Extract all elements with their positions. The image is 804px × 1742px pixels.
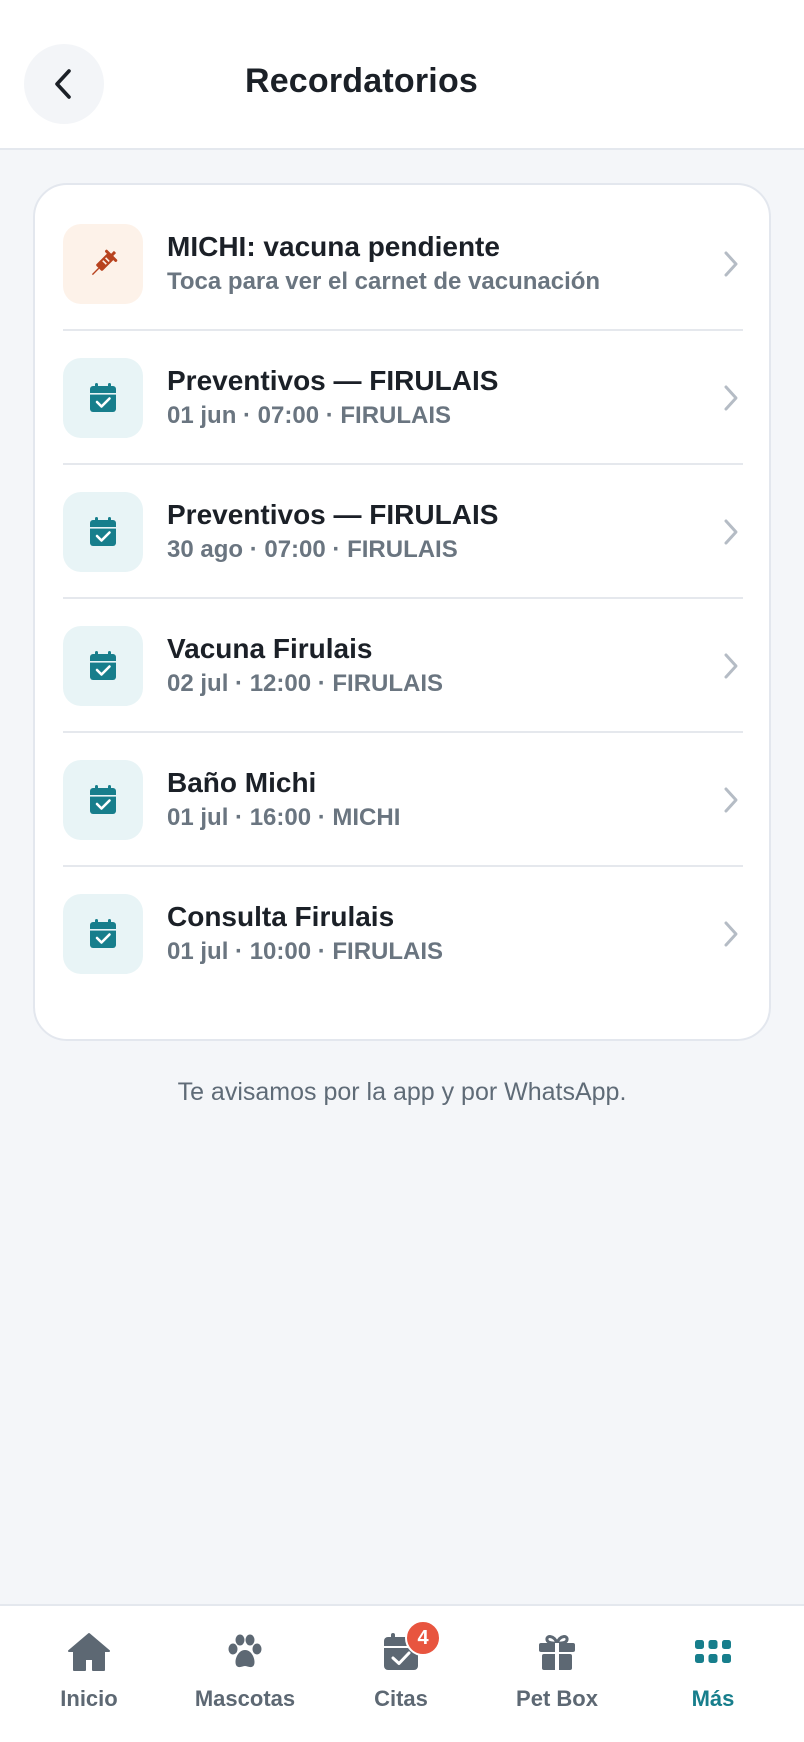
chevron-right-icon — [721, 646, 741, 686]
reminder-item[interactable]: Baño Michi 01 jul · 16:00 · MICHI — [63, 733, 743, 867]
chevron-right-icon — [721, 512, 741, 552]
reminder-item[interactable]: Vacuna Firulais 02 jul · 12:00 · FIRULAI… — [63, 599, 743, 733]
tab-label: Mascotas — [194, 1686, 296, 1711]
reminder-subtitle: 01 jul · 16:00 · MICHI — [167, 804, 401, 831]
tab-label: Más — [691, 1686, 735, 1711]
app-header: Recordatorios — [0, 0, 804, 150]
reminder-item[interactable]: MICHI: vacuna pendiente Toca para ver el… — [63, 197, 743, 331]
calendar-icon-tile — [63, 358, 143, 438]
notification-badge: 4 — [405, 1620, 441, 1656]
notification-note: Te avisamos por la app y por WhatsApp. — [177, 1078, 627, 1106]
tab-label: Inicio — [60, 1686, 118, 1711]
tab-label: Citas — [374, 1686, 428, 1711]
grid-icon — [695, 1640, 731, 1663]
paw-icon — [228, 1634, 262, 1668]
reminder-title: Baño Michi — [167, 767, 317, 798]
reminder-title: Consulta Firulais — [167, 901, 395, 932]
reminder-subtitle: 02 jul · 12:00 · FIRULAIS — [167, 670, 444, 697]
gift-icon — [539, 1635, 575, 1670]
syringe-icon-tile — [63, 224, 143, 304]
reminder-item[interactable]: Consulta Firulais 01 jul · 10:00 · FIRUL… — [63, 867, 743, 1001]
reminder-title: Vacuna Firulais — [167, 633, 373, 664]
chevron-right-icon — [721, 244, 741, 284]
reminder-subtitle: 01 jun · 07:00 · FIRULAIS — [167, 402, 452, 429]
tab-pet-box[interactable]: Pet Box — [482, 1628, 632, 1728]
reminder-title: Preventivos — FIRULAIS — [167, 499, 499, 530]
tab-label: Pet Box — [516, 1686, 598, 1711]
reminder-title: Preventivos — FIRULAIS — [167, 365, 499, 396]
reminder-subtitle: Toca para ver el carnet de vacunación — [167, 268, 601, 295]
chevron-right-icon — [721, 914, 741, 954]
syringe-icon — [91, 249, 118, 276]
home-icon — [68, 1633, 110, 1671]
reminder-title: MICHI: vacuna pendiente — [167, 231, 500, 262]
reminder-item[interactable]: Preventivos — FIRULAIS 01 jun · 07:00 · … — [63, 331, 743, 465]
reminders-card: MICHI: vacuna pendiente Toca para ver el… — [33, 183, 771, 1041]
calendar-icon-tile — [63, 760, 143, 840]
calendar-icon-tile — [63, 894, 143, 974]
tab-mas[interactable]: Más — [638, 1628, 788, 1728]
calendar-check-icon — [90, 383, 116, 412]
chevron-right-icon — [721, 780, 741, 820]
tab-mascotas[interactable]: Mascotas — [170, 1628, 320, 1728]
reminder-subtitle: 01 jul · 10:00 · FIRULAIS — [167, 938, 444, 965]
calendar-check-icon — [90, 517, 116, 546]
calendar-icon-tile — [63, 492, 143, 572]
calendar-check-icon — [90, 919, 116, 948]
reminder-subtitle: 30 ago · 07:00 · FIRULAIS — [167, 536, 458, 563]
reminder-item[interactable]: Preventivos — FIRULAIS 30 ago · 07:00 · … — [63, 465, 743, 599]
page-title: Recordatorios — [244, 62, 479, 100]
tab-inicio[interactable]: Inicio — [14, 1628, 164, 1728]
calendar-check-icon — [90, 785, 116, 814]
chevron-right-icon — [721, 378, 741, 418]
bottom-tab-bar: Inicio Mascotas 4 Citas Pet Box Más — [0, 1604, 804, 1742]
calendar-check-icon — [90, 651, 116, 680]
tab-citas[interactable]: 4 Citas — [326, 1620, 476, 1728]
calendar-icon-tile — [63, 626, 143, 706]
